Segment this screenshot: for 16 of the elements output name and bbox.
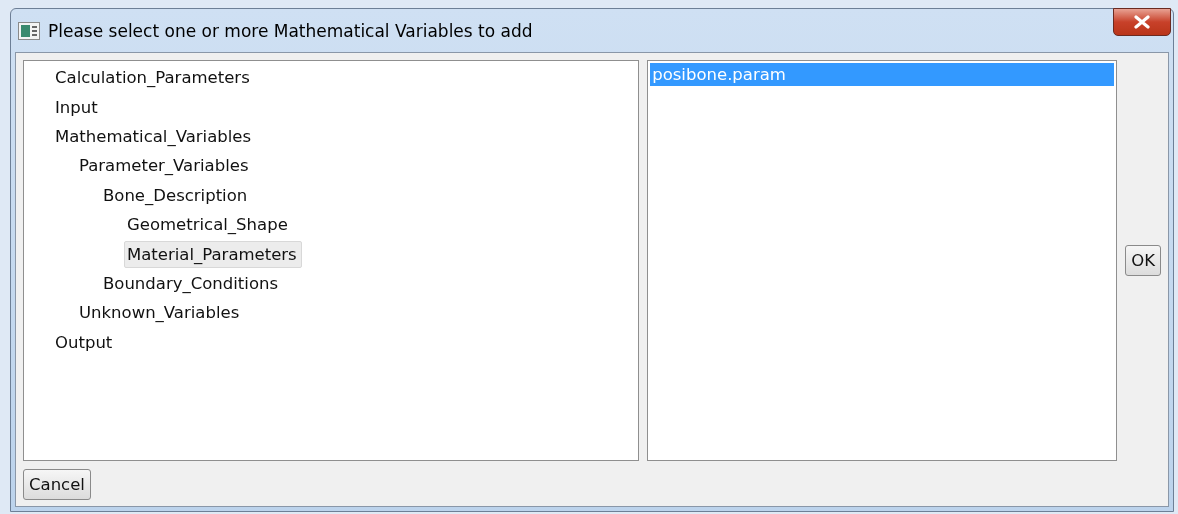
tree-item[interactable]: Material_Parameters — [124, 240, 302, 268]
tree-item[interactable]: Mathematical_Variables — [52, 122, 257, 150]
tree-item[interactable]: Boundary_Conditions — [100, 269, 284, 297]
window-title: Please select one or more Mathematical Variables to add — [48, 20, 533, 41]
tree-item[interactable]: Unknown_Variables — [76, 299, 245, 327]
close-button[interactable] — [1113, 8, 1171, 36]
tree-item[interactable]: Input — [52, 93, 103, 121]
tree-item[interactable]: Geometrical_Shape — [124, 211, 293, 239]
tree-item[interactable]: Bone_Description — [100, 181, 253, 209]
ok-button[interactable]: OK — [1125, 245, 1161, 276]
tree-item[interactable]: Calculation_Parameters — [52, 64, 255, 92]
tree-item[interactable]: Output — [52, 328, 118, 356]
close-icon — [1133, 15, 1151, 29]
window-icon — [18, 21, 40, 40]
tree-item[interactable]: Parameter_Variables — [76, 152, 254, 180]
cancel-button[interactable]: Cancel — [23, 469, 91, 500]
